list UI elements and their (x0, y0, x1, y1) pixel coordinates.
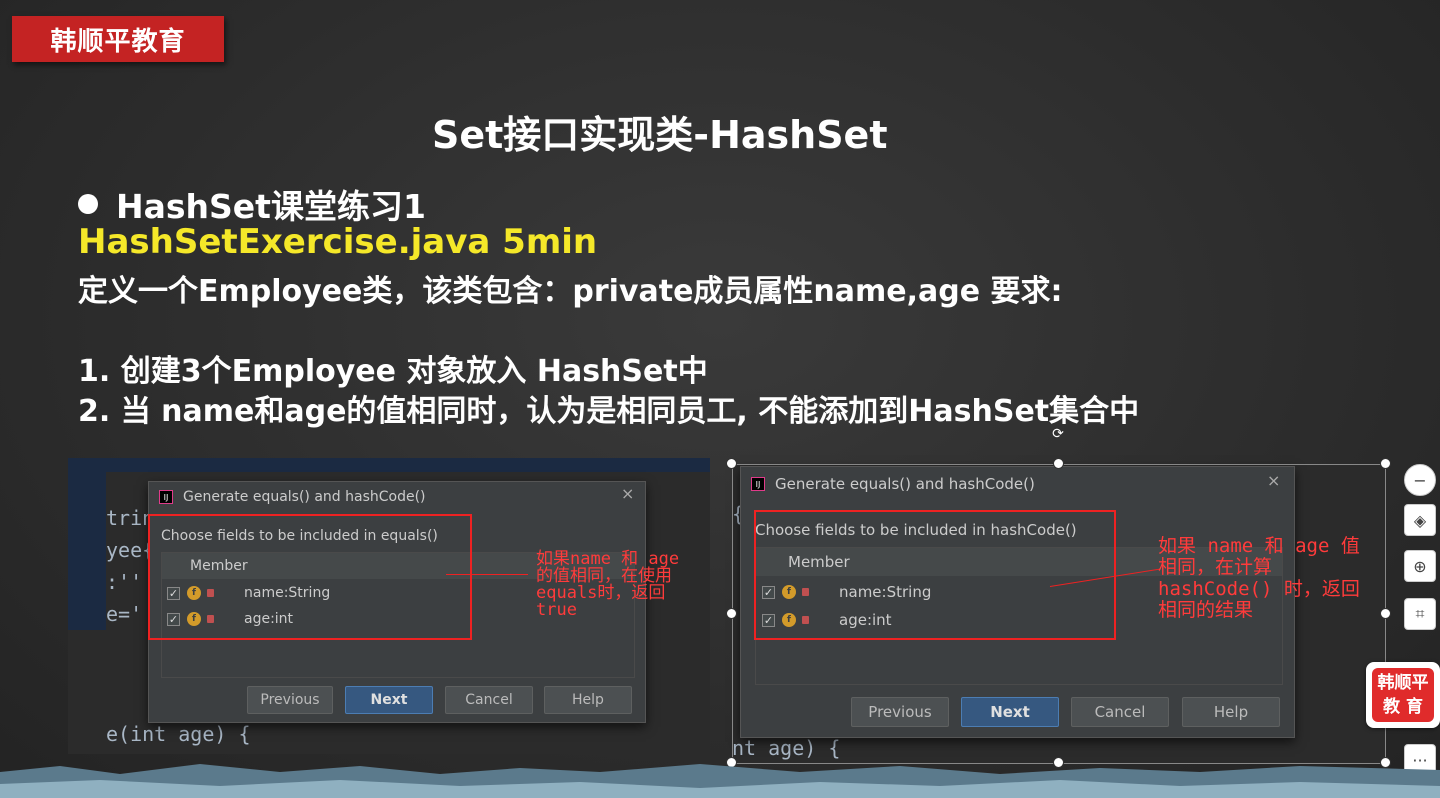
note-line: 如果 name 和 age 值 (1158, 535, 1360, 557)
brand-logo: 韩顺平教育 (12, 16, 224, 62)
crop-icon[interactable]: ⌗ (1404, 598, 1436, 630)
bullet-heading-text: HashSet课堂练习1 (116, 187, 426, 226)
cancel-button[interactable]: Cancel (1071, 697, 1169, 727)
badge-line: 韩顺平 (1377, 673, 1429, 693)
note-line: hashCode() 时，返回 (1158, 577, 1360, 600)
exercise-file-line: HashSetExercise.java 5min (78, 222, 598, 262)
slide-title: Set接口实现类-HashSet (432, 113, 888, 157)
brand-badge: 韩顺平 教 育 (1366, 662, 1440, 728)
right-annotation: 如果 name 和 age 值 相同，在计算 hashCode() 时，返回 相… (1158, 535, 1360, 621)
requirement-2: 2. 当 name和age的值相同时，认为是相同员工, 不能添加到HashSet… (78, 394, 1140, 429)
dialog-title: Generate equals() and hashCode() (183, 489, 426, 505)
bottom-decoration (0, 764, 1440, 798)
zoom-out-icon[interactable]: − (1404, 464, 1436, 496)
close-icon[interactable]: × (1267, 471, 1280, 490)
requirement-1: 1. 创建3个Employee 对象放入 HashSet中 (78, 354, 708, 389)
code-line: e(int age) { (106, 722, 251, 746)
note-line: 相同的结果 (1158, 598, 1254, 621)
dialog-titlebar: IJ Generate equals() and hashCode() (741, 467, 1294, 501)
resize-handle[interactable] (1380, 458, 1391, 469)
highlight-box (148, 514, 472, 640)
editor-top-strip (68, 458, 710, 472)
next-button[interactable]: Next (961, 697, 1059, 727)
resize-handle[interactable] (726, 458, 737, 469)
resize-handle[interactable] (726, 608, 737, 619)
brand-badge-inner: 韩顺平 教 育 (1372, 668, 1434, 722)
next-button[interactable]: Next (345, 686, 433, 714)
bullet-heading: HashSet课堂练习1 (78, 180, 426, 228)
rotate-handle-icon[interactable]: ⟳ (1050, 426, 1066, 442)
dialog-titlebar: IJ Generate equals() and hashCode() (149, 482, 645, 512)
badge-line: 教 育 (1383, 697, 1423, 717)
intellij-icon: IJ (159, 490, 173, 504)
highlight-box (754, 510, 1116, 640)
zoom-in-icon[interactable]: ⊕ (1404, 550, 1436, 582)
dialog-title: Generate equals() and hashCode() (775, 475, 1035, 493)
layers-icon[interactable]: ◈ (1404, 504, 1436, 536)
bullet-dot-icon (78, 194, 98, 214)
intellij-icon: IJ (751, 477, 765, 491)
left-annotation: 如果name 和 age 的值相同，在使用 equals时，返回 true (536, 551, 679, 619)
code-line: nt age) { (732, 736, 841, 760)
code-line: yee{ (106, 538, 155, 562)
resize-handle[interactable] (1053, 458, 1064, 469)
note-line: true (536, 600, 577, 620)
editor-left-strip (68, 458, 106, 630)
annotation-arrow (446, 574, 528, 575)
previous-button[interactable]: Previous (247, 686, 333, 714)
cancel-button[interactable]: Cancel (445, 686, 533, 714)
help-button[interactable]: Help (544, 686, 632, 714)
note-line: 相同，在计算 (1158, 556, 1273, 579)
resize-handle[interactable] (1380, 608, 1391, 619)
close-icon[interactable]: × (621, 484, 634, 503)
help-button[interactable]: Help (1182, 697, 1280, 727)
exercise-description: 定义一个Employee类，该类包含：private成员属性name,age 要… (78, 274, 1063, 309)
previous-button[interactable]: Previous (851, 697, 949, 727)
